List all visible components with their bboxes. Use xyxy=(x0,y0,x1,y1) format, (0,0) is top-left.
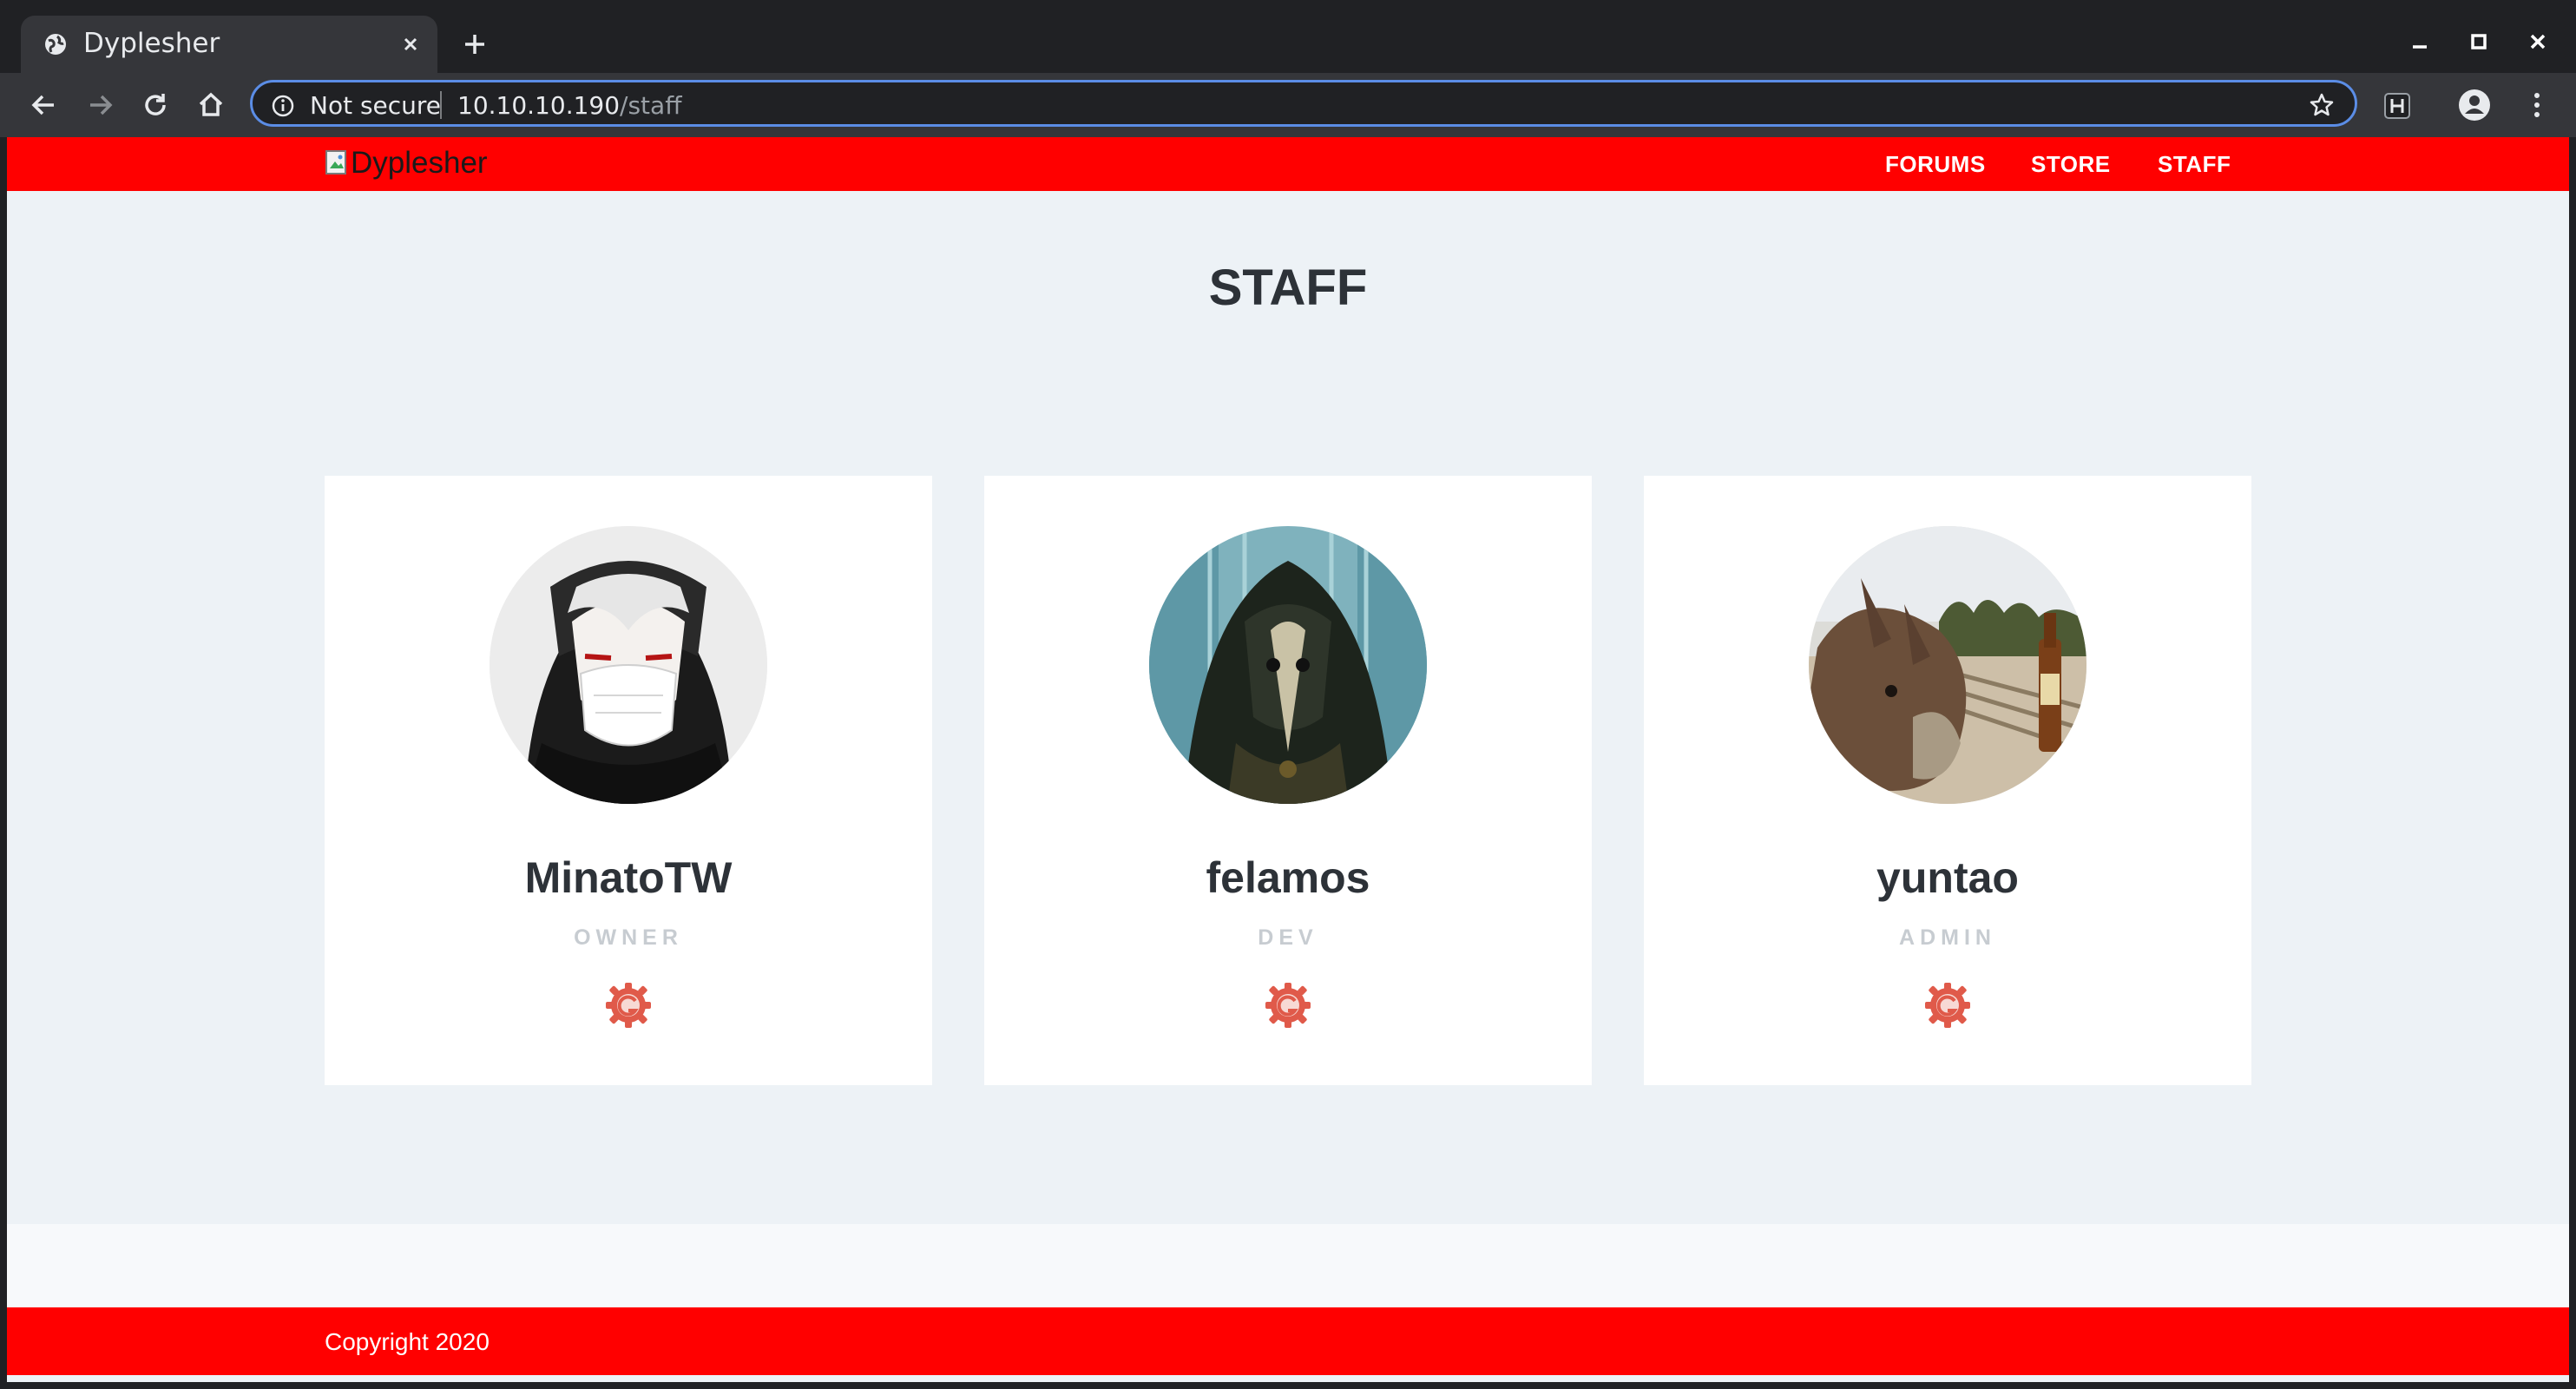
home-icon[interactable] xyxy=(191,85,231,125)
url-text[interactable]: 10.10.10.190/staff xyxy=(457,91,681,120)
copyright-text: Copyright 2020 xyxy=(325,1328,490,1355)
avatar-image-plague-doctor xyxy=(1149,526,1427,804)
minimize-icon[interactable] xyxy=(2404,26,2435,57)
url-path: /staff xyxy=(620,91,682,120)
avatar xyxy=(1809,526,2086,804)
avatar xyxy=(1149,526,1427,804)
tab-title: Dyplesher xyxy=(83,28,220,59)
browser-tab[interactable]: Dyplesher xyxy=(21,16,437,73)
nav-link-forums[interactable]: FORUMS xyxy=(1885,151,1986,178)
site-header: Dyplesher FORUMS STORE STAFF xyxy=(7,137,2569,191)
staff-role: ADMIN xyxy=(1899,925,1996,950)
staff-card: MinatoTW OWNER xyxy=(325,476,932,1085)
security-label[interactable]: Not secure xyxy=(310,91,441,120)
staff-name: MinatoTW xyxy=(524,853,733,902)
info-icon[interactable] xyxy=(270,93,296,119)
brand-logo-link[interactable]: Dyplesher xyxy=(325,146,488,181)
new-tab-icon[interactable] xyxy=(460,30,490,59)
staff-name: felamos xyxy=(1206,853,1370,902)
address-bar[interactable]: Not secure 10.10.10.190/staff xyxy=(250,80,2357,127)
extension-icon[interactable] xyxy=(2378,87,2416,125)
forward-arrow-icon[interactable] xyxy=(80,85,120,125)
window-frame-bottom xyxy=(0,1382,2576,1389)
gitlab-gear-icon[interactable] xyxy=(602,979,654,1031)
browser-toolbar: Not secure 10.10.10.190/staff xyxy=(0,73,2576,137)
avatar-image-anime xyxy=(490,526,767,804)
footer-spacer xyxy=(7,1224,2569,1307)
profile-avatar-icon[interactable] xyxy=(2454,85,2494,125)
nav-link-staff[interactable]: STAFF xyxy=(2158,151,2231,178)
staff-name: yuntao xyxy=(1876,853,2019,902)
gitlab-gear-icon[interactable] xyxy=(1922,979,1974,1031)
staff-card: yuntao ADMIN xyxy=(1644,476,2251,1085)
avatar-image-donkey xyxy=(1809,526,2086,804)
kebab-menu-icon[interactable] xyxy=(2517,85,2557,125)
staff-role: OWNER xyxy=(574,925,683,950)
gitlab-gear-icon[interactable] xyxy=(1262,979,1314,1031)
staff-card: felamos DEV xyxy=(984,476,1592,1085)
broken-image-icon xyxy=(325,150,346,174)
maximize-icon[interactable] xyxy=(2463,26,2494,57)
bookmark-star-icon[interactable] xyxy=(2308,91,2336,119)
close-icon[interactable] xyxy=(398,31,424,57)
nav-link-store[interactable]: STORE xyxy=(2031,151,2111,178)
site-footer: Copyright 2020 xyxy=(7,1307,2569,1375)
reload-icon[interactable] xyxy=(135,85,175,125)
back-arrow-icon[interactable] xyxy=(24,85,64,125)
brand-alt-text: Dyplesher xyxy=(351,146,488,180)
avatar xyxy=(490,526,767,804)
page-title: STAFF xyxy=(1208,260,1368,316)
browser-tab-bar: Dyplesher xyxy=(0,0,2576,73)
window-close-icon[interactable] xyxy=(2522,26,2553,57)
globe-icon xyxy=(45,34,66,55)
url-host: 10.10.10.190 xyxy=(457,91,621,120)
address-separator xyxy=(440,91,442,119)
staff-role: DEV xyxy=(1258,925,1318,950)
page-viewport: Dyplesher FORUMS STORE STAFF STAFF Minat… xyxy=(7,137,2569,1382)
